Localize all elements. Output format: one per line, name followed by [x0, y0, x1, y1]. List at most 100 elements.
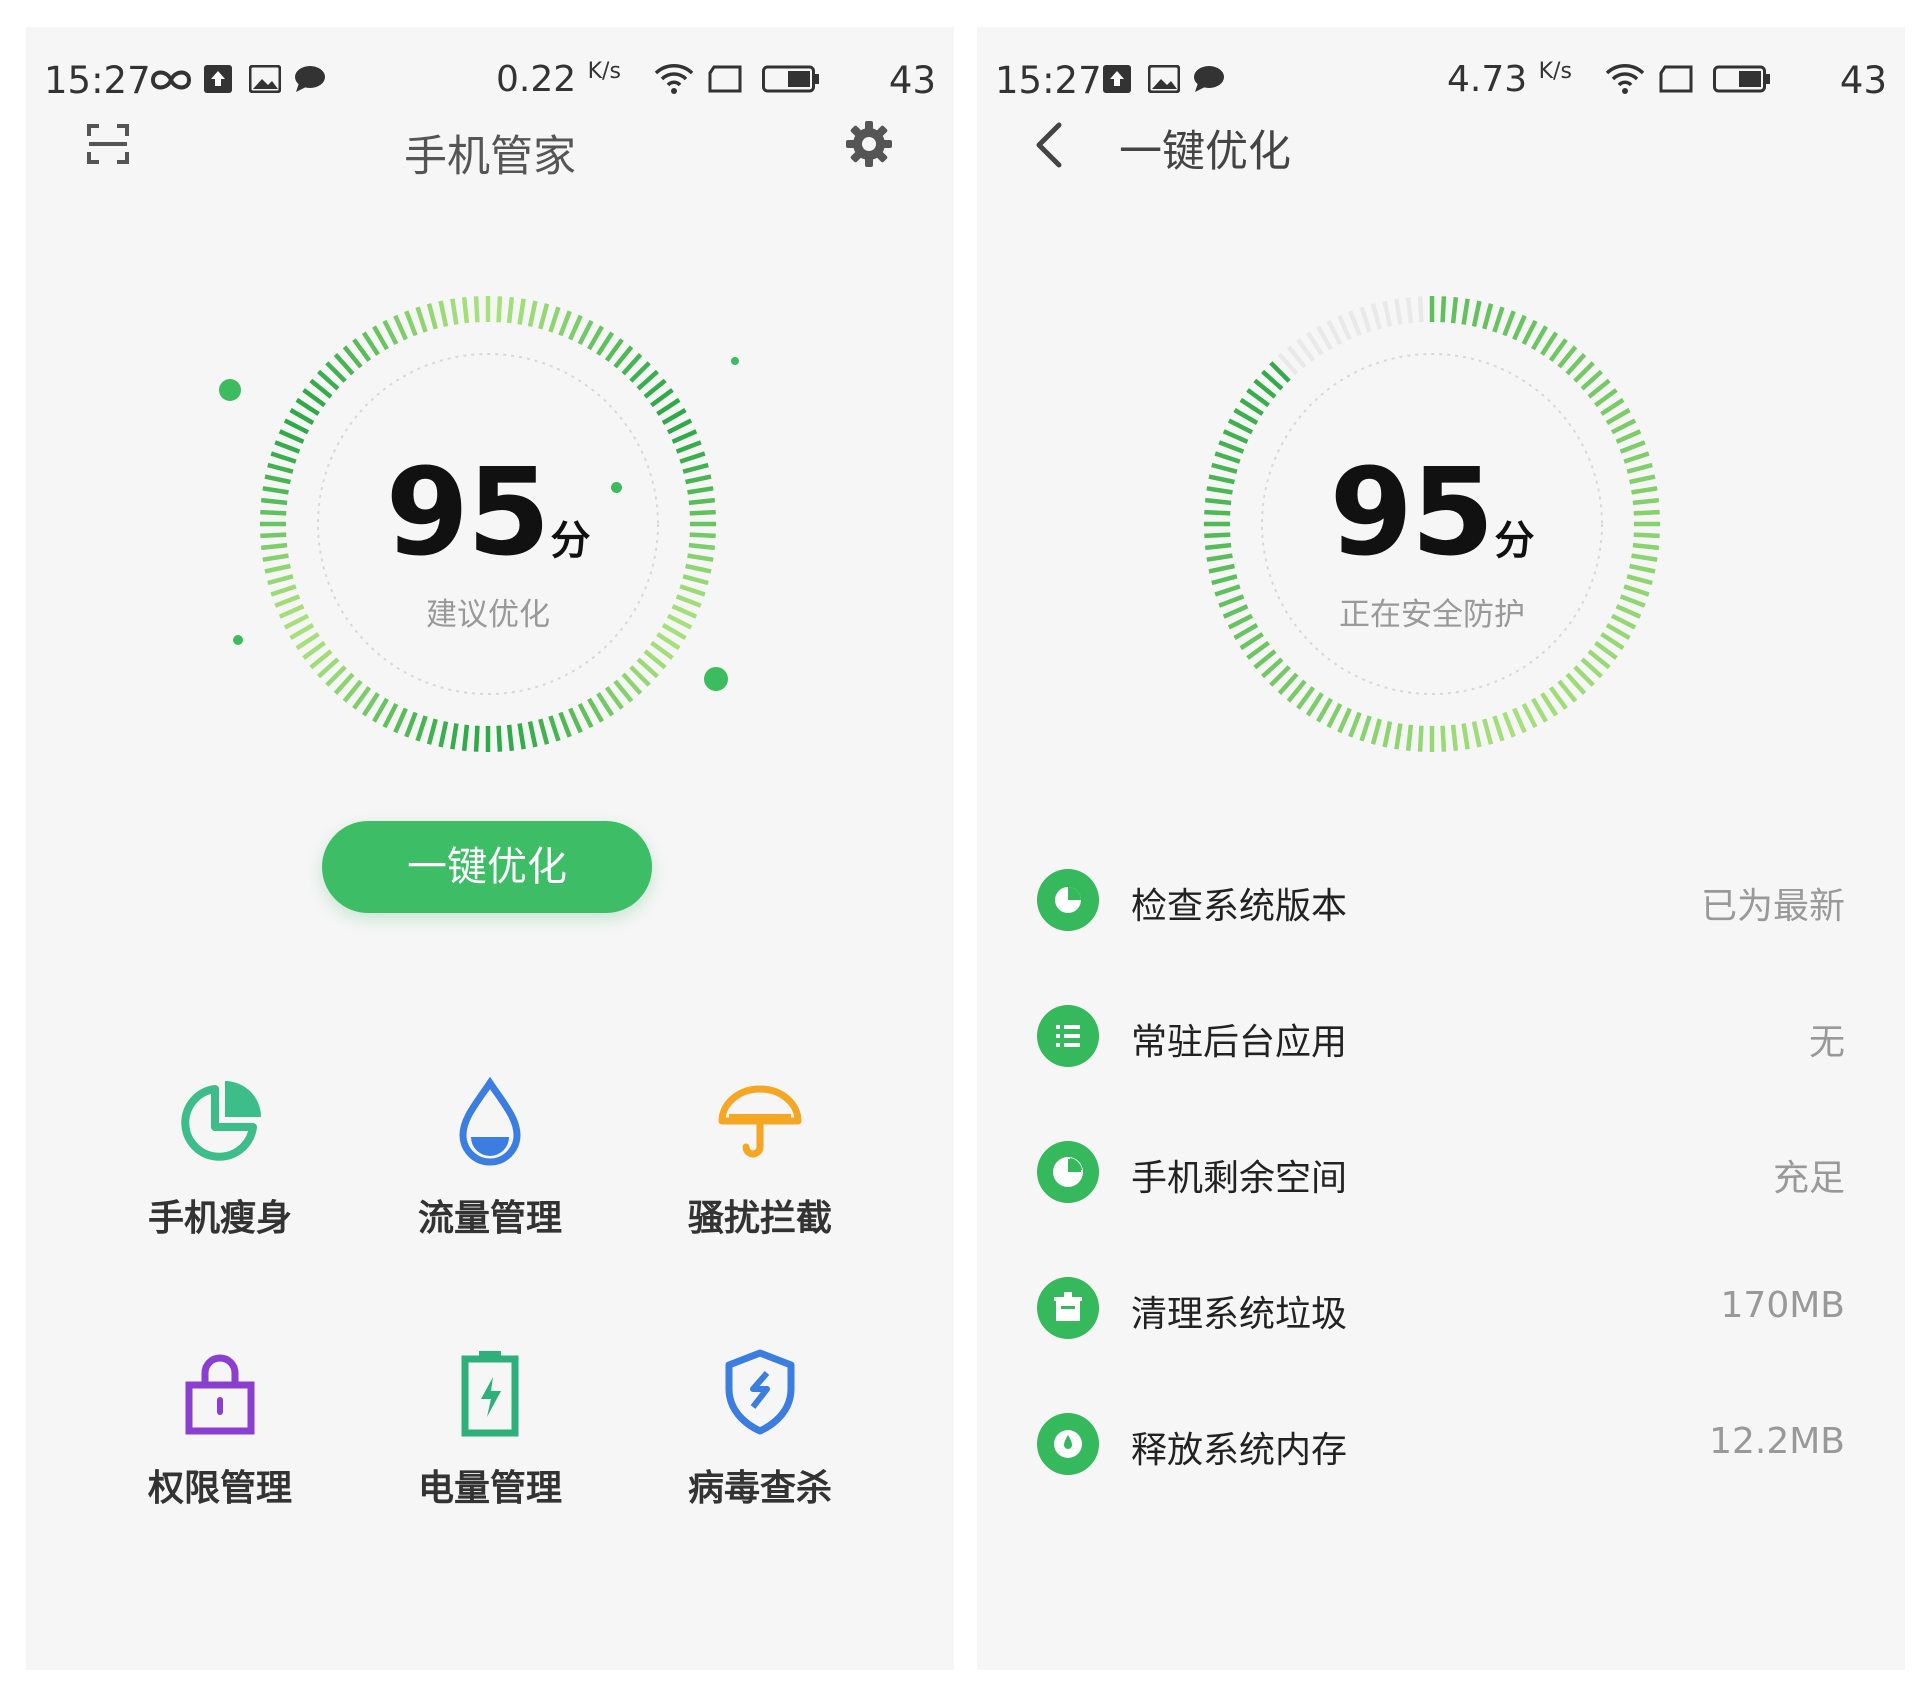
ring-tick [587, 325, 604, 351]
ring-tick [1239, 397, 1264, 416]
score-display: 95分 [1192, 444, 1672, 583]
tool-permission-manage[interactable]: 权限管理 [95, 1347, 345, 1511]
back-arrow-icon[interactable] [1031, 119, 1067, 171]
ring-tick [1382, 300, 1393, 327]
wifi-icon [654, 64, 694, 94]
one-click-optimize-button[interactable]: 一键优化 [322, 821, 652, 913]
ring-tick [1286, 345, 1307, 369]
ring-tick [415, 715, 428, 742]
ring-tick [496, 296, 503, 323]
check-row-background-apps[interactable]: 常驻后台应用 无 [1037, 991, 1845, 1081]
ring-tick [352, 686, 372, 710]
ring-tick [438, 300, 449, 327]
tool-phone-slim[interactable]: 手机瘦身 [95, 1077, 345, 1241]
message-icon [295, 66, 325, 92]
ring-tick [1521, 702, 1538, 729]
check-row-storage-space[interactable]: 手机剩余空间 充足 [1037, 1127, 1845, 1217]
tool-data-usage[interactable]: 流量管理 [365, 1077, 615, 1241]
check-value: 170MB [1720, 1285, 1845, 1326]
message-icon [1194, 66, 1224, 92]
ring-tick [1348, 310, 1362, 337]
ring-tick [295, 397, 320, 416]
one-click-optimize-screen: 15:27 4.73 K/s 43 一键优化 95分 正在安全防护 检查系统版本… [977, 27, 1905, 1670]
ring-tick [1471, 721, 1482, 748]
ring-tick [473, 725, 480, 752]
ring-tick [1359, 306, 1372, 333]
ring-tick [461, 724, 470, 751]
shield-icon [725, 1349, 795, 1435]
check-value: 充足 [1772, 1158, 1845, 1199]
ring-tick [604, 338, 624, 362]
ring-tick [426, 303, 438, 330]
ring-tick [596, 331, 615, 356]
ring-tick [1417, 296, 1424, 323]
umbrella-icon [718, 1085, 802, 1158]
infinity-icon [150, 70, 192, 90]
tool-virus-scan[interactable]: 病毒查杀 [635, 1347, 885, 1511]
check-value: 已为最新 [1700, 886, 1845, 927]
ring-tick [1492, 306, 1505, 333]
check-label: 手机剩余空间 [1131, 1158, 1348, 1199]
ring-tick [643, 649, 667, 670]
ring-tick [596, 692, 615, 717]
score-caption: 建议优化 [426, 597, 550, 633]
ring-tick [1471, 300, 1482, 327]
ring-tick [1540, 692, 1559, 717]
ring-tick [426, 718, 438, 745]
ring-tick [372, 697, 389, 723]
ring-tick [656, 397, 681, 416]
score-gauge: 95分 正在安全防护 [1192, 284, 1672, 764]
ring-tick [450, 723, 459, 750]
ring-tick [342, 679, 363, 703]
ring-tick [1348, 711, 1362, 738]
ring-tick [1557, 345, 1578, 369]
tool-battery-manage[interactable]: 电量管理 [365, 1347, 615, 1511]
speed-value: 0.22 [496, 59, 577, 100]
trash-icon [1037, 1277, 1099, 1339]
ring-tick [372, 325, 389, 351]
ring-tick [1512, 707, 1527, 734]
ring-tick [604, 686, 624, 710]
gear-icon[interactable] [844, 119, 894, 169]
check-row-system-memory[interactable]: 释放系统内存 12.2MB [1037, 1399, 1845, 1489]
battery-icon [461, 1351, 519, 1437]
tool-label: 电量管理 [417, 1468, 562, 1509]
ring-tick [1370, 303, 1382, 330]
upload-icon [204, 65, 232, 93]
ring-tick [1326, 319, 1343, 346]
ring-tick [404, 310, 418, 337]
ring-tick [309, 649, 333, 670]
ring-tick [289, 408, 315, 425]
tool-label: 病毒查杀 [687, 1468, 832, 1509]
tool-harassment-block[interactable]: 骚扰拦截 [635, 1077, 885, 1241]
ring-tick [1370, 718, 1382, 745]
ring-tick [309, 378, 333, 399]
ring-tick [1482, 303, 1494, 330]
ring-tick [1296, 338, 1316, 362]
ring-tick [361, 692, 380, 717]
ring-tick [1316, 697, 1333, 723]
check-row-system-junk[interactable]: 清理系统垃圾 170MB [1037, 1263, 1845, 1353]
ring-tick [438, 721, 449, 748]
ring-tick [404, 711, 418, 738]
status-bar: 15:27 4.73 K/s 43 [995, 55, 1887, 105]
ring-tick [1557, 679, 1578, 703]
check-value: 无 [1808, 1022, 1845, 1063]
ring-tick [1394, 723, 1403, 750]
ring-tick [1440, 296, 1447, 323]
ring-tick [1512, 314, 1527, 341]
status-time: 15:27 [44, 59, 151, 102]
network-speed: 4.73 K/s [1447, 59, 1572, 100]
ring-tick [1417, 725, 1424, 752]
ring-tick [1450, 297, 1459, 324]
ring-tick [295, 632, 320, 651]
ring-tick [361, 331, 380, 356]
ring-tick [1531, 697, 1548, 723]
ring-tick [1305, 692, 1324, 717]
check-row-system-version[interactable]: 检查系统版本 已为最新 [1037, 855, 1845, 945]
lock-icon [185, 1354, 255, 1435]
decor-dot [731, 357, 739, 365]
ring-tick [1239, 632, 1264, 651]
ring-tick [538, 718, 550, 745]
ring-tick [613, 345, 634, 369]
